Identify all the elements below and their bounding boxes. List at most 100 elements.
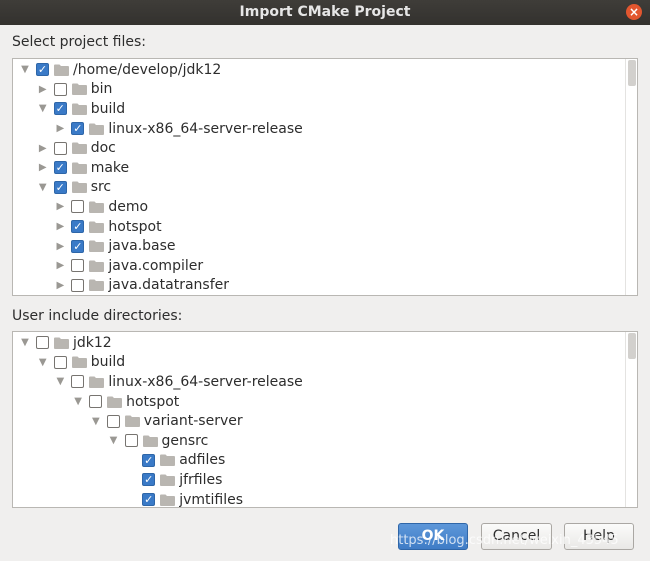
tree-row[interactable]: ✓ adfiles (124, 451, 225, 471)
tree-row-label: bin (90, 81, 113, 98)
chevron-down-icon[interactable]: ▼ (89, 416, 103, 427)
folder-icon (107, 396, 123, 408)
checkbox[interactable] (124, 434, 138, 448)
tree-row[interactable]: ▼ gensrc (107, 431, 209, 451)
folder-icon (54, 64, 69, 76)
folder-icon (71, 181, 87, 194)
tree-row-label: java.datatransfer (108, 277, 229, 294)
tree-row-label: hotspot (108, 218, 162, 235)
folder-icon (160, 494, 176, 506)
tree-row-label: java.base (108, 238, 176, 255)
checkbox[interactable] (53, 82, 67, 96)
checkbox[interactable]: ✓ (142, 473, 156, 487)
project-files-tree[interactable]: ▼ ✓/home/develop/jdk12 ▶ bin ▼ ✓ build ▶ ✓ linux-… (12, 58, 638, 296)
tree-row-label: /home/develop/jdk12 (73, 61, 222, 78)
tree-row-label: jvmtifiles (179, 491, 243, 508)
tree-row-label: linux-x86_64-server-release (108, 373, 303, 390)
chevron-right-icon[interactable]: ▶ (53, 241, 67, 252)
folder-icon (89, 376, 105, 388)
folder-icon (160, 474, 176, 486)
checkbox[interactable]: ✓ (36, 63, 49, 77)
tree-row[interactable]: ▶ java.compiler (53, 256, 204, 276)
checkbox[interactable] (71, 278, 85, 292)
checkbox[interactable] (71, 259, 85, 273)
chevron-down-icon[interactable]: ▼ (71, 396, 85, 407)
tree-row[interactable]: ▶ java.datatransfer (53, 276, 229, 295)
checkbox[interactable] (71, 375, 85, 389)
checkbox[interactable]: ✓ (71, 220, 85, 234)
tree-row-label: gensrc (161, 432, 209, 449)
tree-row-label: build (90, 100, 126, 117)
checkbox[interactable]: ✓ (142, 493, 156, 507)
tree-row-label: variant-server (143, 413, 243, 430)
tree-row[interactable]: ▼ linux-x86_64-server-release (53, 372, 303, 392)
chevron-right-icon[interactable]: ▶ (53, 201, 67, 212)
tree-row[interactable]: ▼ ✓ build (36, 99, 125, 119)
include-dirs-scrollbar[interactable] (625, 332, 637, 507)
tree-row[interactable]: ▶ ✓ hotspot (53, 217, 162, 237)
tree-row-label: make (90, 159, 130, 176)
folder-icon (89, 240, 105, 253)
folder-icon (54, 337, 69, 349)
chevron-right-icon[interactable]: ▶ (53, 123, 67, 134)
title-bar: Import CMake Project × (0, 0, 650, 25)
tree-row[interactable]: ▼ hotspot (71, 392, 179, 412)
checkbox[interactable] (89, 395, 103, 409)
project-files-label: Select project files: (12, 34, 147, 50)
tree-row[interactable]: ✓ jvmtifiles (124, 490, 243, 508)
include-dirs-tree[interactable]: ▼ jdk12 ▼ build ▼ linux-x86_64-server-release… (12, 331, 638, 508)
chevron-down-icon[interactable]: ▼ (18, 64, 32, 75)
tree-row[interactable]: ▼ variant-server (89, 411, 243, 431)
scrollbar-thumb[interactable] (628, 333, 636, 359)
close-icon[interactable]: × (626, 4, 642, 20)
chevron-down-icon[interactable]: ▼ (107, 435, 121, 446)
chevron-down-icon[interactable]: ▼ (36, 103, 50, 114)
tree-row[interactable]: ▶ doc (36, 138, 116, 158)
chevron-right-icon[interactable]: ▶ (53, 260, 67, 271)
tree-row[interactable]: ✓ jfrfiles (124, 470, 222, 490)
checkbox[interactable]: ✓ (53, 180, 67, 194)
chevron-right-icon[interactable]: ▶ (53, 280, 67, 291)
scrollbar-thumb[interactable] (628, 60, 636, 86)
tree-row[interactable]: ▶ demo (53, 197, 149, 217)
folder-icon (71, 103, 87, 115)
checkbox[interactable]: ✓ (71, 239, 85, 253)
chevron-right-icon[interactable]: ▶ (53, 221, 67, 232)
include-dirs-label: User include directories: (12, 308, 183, 324)
folder-icon (124, 415, 140, 428)
chevron-right-icon[interactable]: ▶ (36, 162, 50, 173)
checkbox[interactable]: ✓ (53, 161, 67, 175)
checkbox[interactable]: ✓ (142, 453, 156, 467)
tree-row[interactable]: ▼ build (36, 353, 125, 373)
chevron-right-icon[interactable]: ▶ (36, 143, 50, 154)
checkbox[interactable] (36, 336, 49, 350)
tree-row[interactable]: ▼ ✓ /home/develop/jdk12 (18, 60, 221, 80)
checkbox[interactable] (53, 355, 67, 369)
checkbox[interactable]: ✓ (53, 102, 67, 116)
chevron-down-icon[interactable]: ▼ (18, 337, 32, 348)
tree-row[interactable]: ▶ ✓ make (36, 158, 129, 178)
folder-icon (71, 142, 87, 155)
folder-icon (89, 279, 105, 292)
tree-row-label: demo (108, 198, 149, 215)
chevron-down-icon[interactable]: ▼ (53, 376, 67, 387)
chevron-right-icon[interactable]: ▶ (36, 84, 50, 95)
tree-row-label: build (90, 354, 126, 371)
folder-icon (89, 221, 105, 233)
tree-row-label: linux-x86_64-server-release (108, 120, 303, 137)
checkbox[interactable]: ✓ (71, 122, 85, 136)
chevron-down-icon[interactable]: ▼ (36, 357, 50, 368)
checkbox[interactable] (71, 200, 85, 214)
chevron-down-icon[interactable]: ▼ (36, 182, 50, 193)
tree-row-label: java.compiler (108, 257, 204, 274)
folder-icon (71, 356, 87, 369)
checkbox[interactable] (106, 414, 120, 428)
folder-icon (89, 260, 105, 272)
tree-row[interactable]: ▶ ✓ linux-x86_64-server-release (53, 119, 303, 139)
project-files-scrollbar[interactable] (625, 59, 637, 295)
tree-row[interactable]: ▶ ✓ java.base (53, 236, 176, 256)
checkbox[interactable] (53, 141, 67, 155)
tree-row[interactable]: ▼ ✓ src (36, 178, 111, 198)
tree-row[interactable]: ▶ bin (36, 80, 113, 100)
tree-row[interactable]: ▼ jdk12 (18, 333, 112, 353)
